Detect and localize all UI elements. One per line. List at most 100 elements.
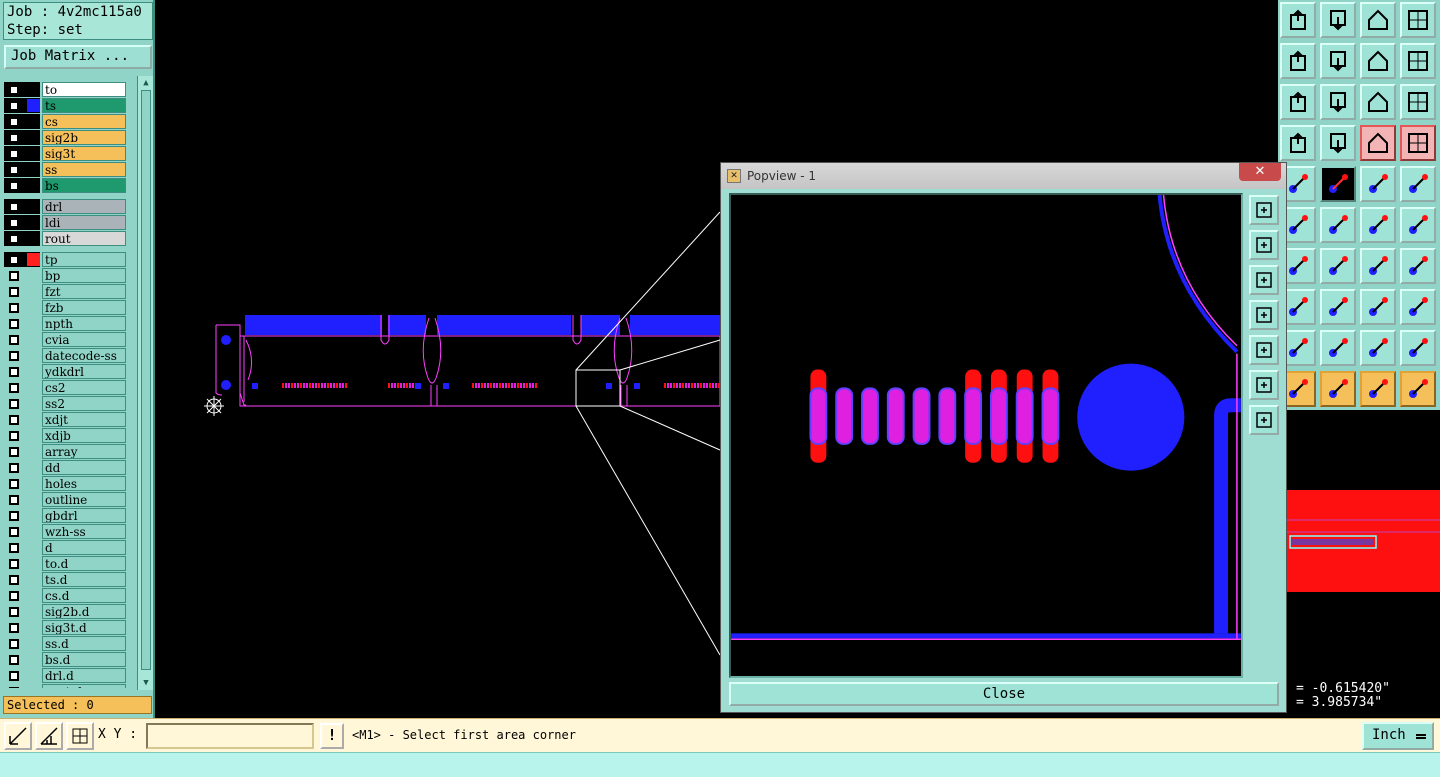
tri-d-button[interactable]	[1400, 330, 1436, 366]
arrow-point-button[interactable]	[1400, 207, 1436, 243]
minimap[interactable]	[1284, 410, 1440, 675]
layer-checkbox[interactable]	[9, 415, 19, 425]
layer-row[interactable]: to.d	[4, 556, 128, 571]
pv-up-button[interactable]	[1249, 230, 1279, 260]
layer-swatch[interactable]	[27, 99, 40, 112]
layer-checkbox[interactable]	[9, 687, 19, 688]
layer-swatch[interactable]	[27, 200, 40, 213]
layer-swatch[interactable]	[27, 115, 40, 128]
layer-row[interactable]: rout.d	[4, 684, 128, 688]
scroll-thumb[interactable]	[141, 90, 151, 670]
layer-name[interactable]: cs.d	[42, 588, 126, 603]
layer-row[interactable]: ss	[4, 162, 128, 177]
layer-row[interactable]: d	[4, 540, 128, 555]
layer-row[interactable]: bp	[4, 268, 128, 283]
layer-checkbox[interactable]	[9, 639, 19, 649]
shape-button[interactable]	[1400, 289, 1436, 325]
layer-checkbox[interactable]	[9, 543, 19, 553]
layer-row[interactable]: cs.d	[4, 588, 128, 603]
layer-name[interactable]: sig3t	[42, 146, 126, 161]
layer-checkbox[interactable]	[9, 271, 19, 281]
unit-select[interactable]: Inch	[1362, 722, 1434, 750]
layer-checkbox[interactable]	[9, 671, 19, 681]
layer-name[interactable]: xdjt	[42, 412, 126, 427]
select-outline-button[interactable]	[1360, 371, 1396, 407]
layer-row[interactable]: sig2b.d	[4, 604, 128, 619]
layer-row[interactable]: gbdrl	[4, 508, 128, 523]
layer-swatch[interactable]	[27, 147, 40, 160]
layer-name[interactable]: outline	[42, 492, 126, 507]
undo-arc-button[interactable]	[1360, 248, 1396, 284]
layer-row[interactable]: ts	[4, 98, 128, 113]
layer-name[interactable]: fzb	[42, 300, 126, 315]
layer-checkbox[interactable]	[9, 117, 19, 127]
xy-input[interactable]	[146, 723, 314, 749]
pv-down-button[interactable]	[1249, 265, 1279, 295]
layer-checkbox[interactable]	[9, 303, 19, 313]
layer-row[interactable]: sig3t.d	[4, 620, 128, 635]
zoom-center-button[interactable]	[1320, 84, 1356, 120]
layer-row[interactable]: npth	[4, 316, 128, 331]
layer-checkbox[interactable]	[9, 623, 19, 633]
layer-row[interactable]: drl	[4, 199, 128, 214]
layer-checkbox[interactable]	[9, 149, 19, 159]
layer-row[interactable]: drl.d	[4, 668, 128, 683]
layer-row[interactable]: dd	[4, 460, 128, 475]
layer-name[interactable]: sig2b.d	[42, 604, 126, 619]
select-box-button[interactable]	[1320, 371, 1356, 407]
layer-checkbox[interactable]	[9, 655, 19, 665]
layer-name[interactable]: bs	[42, 178, 126, 193]
layer-checkbox[interactable]	[9, 234, 19, 244]
layer-name[interactable]: ydkdrl	[42, 364, 126, 379]
rotate-button[interactable]	[1360, 43, 1396, 79]
layer-checkbox[interactable]	[9, 85, 19, 95]
grid-window-button[interactable]	[1400, 2, 1436, 38]
layer-checkbox[interactable]	[9, 591, 19, 601]
layer-name[interactable]: drl.d	[42, 668, 126, 683]
layer-checkbox[interactable]	[9, 133, 19, 143]
layer-name[interactable]: ts.d	[42, 572, 126, 587]
layer-swatch[interactable]	[27, 232, 40, 245]
layer-row[interactable]: sig2b	[4, 130, 128, 145]
layer-row[interactable]: rout	[4, 231, 128, 246]
layer-checkbox[interactable]	[9, 319, 19, 329]
layer-name[interactable]: ts	[42, 98, 126, 113]
layer-name[interactable]: gbdrl	[42, 508, 126, 523]
layer-name[interactable]: to	[42, 82, 126, 97]
layer-checkbox[interactable]	[9, 101, 19, 111]
layer-checkbox[interactable]	[9, 559, 19, 569]
layer-swatch[interactable]	[27, 216, 40, 229]
layer-name[interactable]: sig2b	[42, 130, 126, 145]
layer-row[interactable]: cvia	[4, 332, 128, 347]
layer-name[interactable]: cs2	[42, 380, 126, 395]
layer-row[interactable]: bs	[4, 178, 128, 193]
layer-row[interactable]: ss2	[4, 396, 128, 411]
line-tool-button[interactable]	[1320, 166, 1356, 202]
layer-checkbox[interactable]	[9, 287, 19, 297]
layer-scrollbar[interactable]: ▲ ▼	[137, 76, 153, 690]
layer-checkbox[interactable]	[9, 511, 19, 521]
zoom-fit-button[interactable]	[1280, 84, 1316, 120]
cross-button[interactable]	[1320, 207, 1356, 243]
pv-left-button[interactable]	[1249, 300, 1279, 330]
pv-zoom-in-button[interactable]	[1249, 370, 1279, 400]
dimension-button[interactable]	[1360, 289, 1396, 325]
tri-b-button[interactable]	[1320, 330, 1356, 366]
open-step-button[interactable]	[1280, 2, 1316, 38]
net-select-button[interactable]	[1400, 371, 1436, 407]
save-step-button[interactable]	[1320, 2, 1356, 38]
pv-zoom-fit-button[interactable]	[1249, 405, 1279, 435]
snap-mode-button[interactable]	[4, 722, 32, 750]
layer-name[interactable]: rout.d	[42, 684, 126, 688]
layer-checkbox[interactable]	[9, 255, 19, 265]
layer-checkbox[interactable]	[9, 463, 19, 473]
home-button[interactable]	[1360, 2, 1396, 38]
layer-checkbox[interactable]	[9, 351, 19, 361]
layer-name[interactable]: to.d	[42, 556, 126, 571]
layer-name[interactable]: ldi	[42, 215, 126, 230]
layer-row[interactable]: xdjt	[4, 412, 128, 427]
tools-button[interactable]	[1280, 125, 1316, 161]
pv-expand-button[interactable]	[1249, 195, 1279, 225]
warning-button[interactable]: !	[320, 723, 344, 749]
layer-row[interactable]: ss.d	[4, 636, 128, 651]
